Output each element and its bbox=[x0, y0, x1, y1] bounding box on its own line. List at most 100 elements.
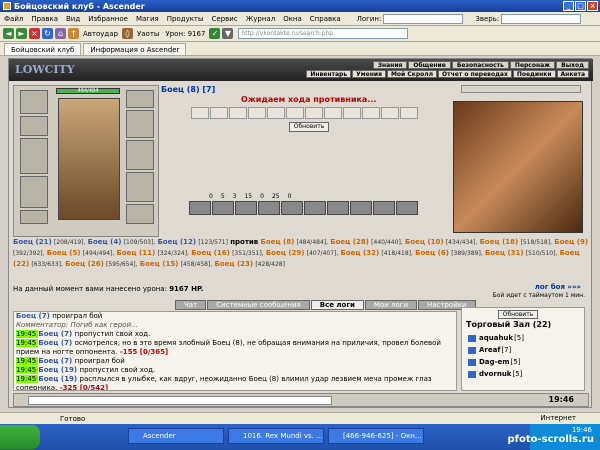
skill-icon[interactable] bbox=[189, 201, 211, 215]
skill-icon[interactable] bbox=[258, 201, 280, 215]
room-refresh-button[interactable]: Обновить bbox=[498, 310, 538, 319]
team-fighter[interactable]: Боец (15) bbox=[140, 260, 179, 268]
sword-icon[interactable]: † bbox=[68, 28, 79, 39]
nav-skills[interactable]: Умения bbox=[352, 70, 386, 78]
shield-slot[interactable] bbox=[126, 172, 154, 202]
nav-profile[interactable]: Анкета bbox=[556, 70, 589, 78]
team-fighter[interactable]: Боец (9) bbox=[554, 238, 588, 246]
nav-my-scroll[interactable]: Мой Скролл bbox=[386, 70, 438, 78]
nav-transfer-report[interactable]: Отчет о переводах bbox=[438, 70, 512, 78]
address-bar[interactable]: http://vkontakte.ru/search.php bbox=[238, 28, 409, 39]
action-cell[interactable] bbox=[286, 107, 304, 119]
team-fighter[interactable]: Боец (4) bbox=[88, 238, 122, 246]
skill-icon[interactable] bbox=[212, 201, 234, 215]
chat-input[interactable] bbox=[28, 396, 332, 405]
menu-favorites[interactable]: Избранное bbox=[84, 15, 132, 23]
stop-icon[interactable]: × bbox=[29, 28, 40, 39]
menu-help[interactable]: Справка bbox=[306, 15, 345, 23]
action-cell[interactable] bbox=[381, 107, 399, 119]
nav-communication[interactable]: Общение bbox=[408, 61, 451, 69]
action-cell[interactable] bbox=[248, 107, 266, 119]
menu-magic[interactable]: Магия bbox=[132, 15, 163, 23]
skill-icon[interactable] bbox=[327, 201, 349, 215]
user-entry[interactable]: Areaf [7] bbox=[468, 346, 511, 354]
chat-author[interactable]: Боец (7) bbox=[38, 357, 74, 365]
back-icon[interactable]: ◄ bbox=[3, 28, 14, 39]
chat-author[interactable]: Боец (7) bbox=[38, 339, 74, 347]
forward-icon[interactable]: ► bbox=[16, 28, 27, 39]
boots-slot[interactable] bbox=[126, 204, 154, 224]
chat-author[interactable]: Боец (19) bbox=[38, 375, 79, 383]
action-cell[interactable] bbox=[210, 107, 228, 119]
autohit-label[interactable]: Автоудар bbox=[83, 30, 118, 38]
armor-slot[interactable] bbox=[20, 176, 48, 208]
menu-view[interactable]: Вид bbox=[62, 15, 84, 23]
task-rex-mundi[interactable]: 1016. Rex Mundi vs. ... bbox=[228, 428, 324, 444]
close-button[interactable]: × bbox=[587, 1, 598, 11]
tab-fight-club[interactable]: Бойцовский клуб bbox=[4, 43, 82, 55]
team-fighter[interactable]: Боец (23) bbox=[214, 260, 253, 268]
menu-windows[interactable]: Окна bbox=[279, 15, 306, 23]
check-icon[interactable]: ✓ bbox=[209, 28, 221, 39]
skill-icon[interactable] bbox=[396, 201, 418, 215]
earring-slot[interactable] bbox=[126, 90, 154, 108]
beast-field[interactable] bbox=[501, 13, 582, 24]
helmet-slot[interactable] bbox=[20, 90, 48, 114]
user-entry[interactable]: dvornuk [5] bbox=[468, 370, 522, 378]
action-cell[interactable] bbox=[267, 107, 285, 119]
action-cell[interactable] bbox=[343, 107, 361, 119]
skill-icon[interactable] bbox=[281, 201, 303, 215]
menu-file[interactable]: Файл bbox=[0, 15, 27, 23]
shield-icon[interactable]: ◊ bbox=[122, 28, 133, 39]
action-cell[interactable] bbox=[191, 107, 209, 119]
skill-icon[interactable] bbox=[235, 201, 257, 215]
team-fighter[interactable]: Боец (21) bbox=[13, 238, 52, 246]
team-fighter[interactable]: Боец (32) bbox=[341, 249, 380, 257]
task-icq-window[interactable]: [466-946-625] - Окн... bbox=[328, 428, 424, 444]
belt-slot[interactable] bbox=[20, 210, 48, 224]
menu-edit[interactable]: Правка bbox=[27, 15, 62, 23]
login-field[interactable] bbox=[383, 13, 464, 24]
team-fighter[interactable]: Боец (10) bbox=[405, 238, 444, 246]
user-entry[interactable]: aquahuk [5] bbox=[468, 334, 524, 342]
tab-all-logs[interactable]: Все логи bbox=[310, 300, 364, 310]
filter-icon[interactable]: ▼ bbox=[222, 28, 234, 39]
team-fighter[interactable]: Боец (8) bbox=[260, 238, 294, 246]
skill-icon[interactable] bbox=[304, 201, 326, 215]
skill-icon[interactable] bbox=[350, 201, 372, 215]
team-fighter[interactable]: Боец (12) bbox=[157, 238, 196, 246]
nav-exit[interactable]: Выход bbox=[556, 61, 589, 69]
weapon-slot[interactable] bbox=[20, 138, 48, 174]
ring-slot[interactable] bbox=[126, 110, 154, 138]
task-ascender[interactable]: Ascender bbox=[128, 428, 224, 444]
start-button[interactable] bbox=[0, 425, 40, 449]
action-cell[interactable] bbox=[400, 107, 418, 119]
nav-inventory[interactable]: Инвентарь bbox=[306, 70, 352, 78]
team-fighter[interactable]: Боец (28) bbox=[330, 238, 369, 246]
tab-ascender-info[interactable]: Информация о Ascender bbox=[83, 43, 187, 55]
nav-security[interactable]: Безопасность bbox=[451, 61, 509, 69]
menu-journal[interactable]: Журнал bbox=[242, 15, 279, 23]
chat-author[interactable]: Боец (19) bbox=[38, 366, 79, 374]
team-fighter[interactable]: Боец (11) bbox=[117, 249, 156, 257]
team-fighter[interactable]: Боец (16) bbox=[191, 249, 230, 257]
bracers-slot[interactable] bbox=[20, 116, 48, 136]
user-entry[interactable]: Dag-em [5] bbox=[468, 358, 520, 366]
nav-knowledge[interactable]: Знания bbox=[372, 61, 408, 69]
team-fighter[interactable]: Боец (18) bbox=[480, 238, 519, 246]
team-fighter[interactable]: Боец (26) bbox=[65, 260, 104, 268]
tab-chat[interactable]: Чат bbox=[175, 300, 207, 310]
gloves-slot[interactable] bbox=[126, 140, 154, 170]
team-fighter[interactable]: Боец (6) bbox=[415, 249, 449, 257]
refresh-button[interactable]: Обновить bbox=[289, 122, 329, 132]
skill-icon[interactable] bbox=[373, 201, 395, 215]
action-cell[interactable] bbox=[305, 107, 323, 119]
menu-service[interactable]: Сервис bbox=[208, 15, 242, 23]
chat-author[interactable]: Боец (7) bbox=[16, 312, 52, 320]
nav-fights[interactable]: Поединки bbox=[512, 70, 556, 78]
menu-products[interactable]: Продукты bbox=[163, 15, 208, 23]
fight-log-link[interactable]: лог боя »»» bbox=[535, 283, 581, 291]
tab-system-messages[interactable]: Системные сообщения bbox=[207, 300, 310, 310]
refresh-icon[interactable]: ↻ bbox=[42, 28, 53, 39]
action-cell[interactable] bbox=[324, 107, 342, 119]
